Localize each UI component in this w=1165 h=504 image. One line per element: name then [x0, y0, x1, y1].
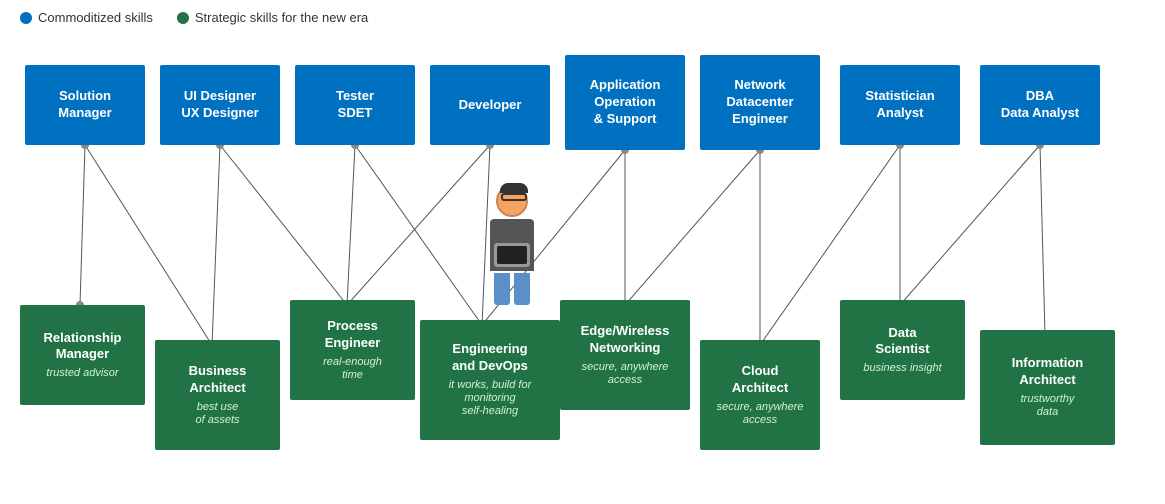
- box-data-scientist-subtitle: business insight: [863, 362, 941, 375]
- box-data-scientist: DataScientist business insight: [840, 300, 965, 400]
- box-tester: TesterSDET: [295, 65, 415, 145]
- box-network-datacenter: NetworkDatacenterEngineer: [700, 55, 820, 150]
- box-ui-designer-label: UI DesignerUX Designer: [181, 88, 258, 122]
- person-head: [496, 185, 528, 217]
- legend-label-strategic: Strategic skills for the new era: [195, 10, 368, 25]
- box-engineering-devops-label: Engineeringand DevOps: [452, 341, 528, 375]
- person-legs: [494, 273, 530, 305]
- box-cloud-architect-subtitle: secure, anywhereaccess: [717, 401, 804, 427]
- box-business-architect: BusinessArchitect best useof assets: [155, 340, 280, 450]
- box-app-operation-label: ApplicationOperation& Support: [590, 77, 661, 128]
- box-cloud-architect: CloudArchitect secure, anywhereaccess: [700, 340, 820, 450]
- person-left-leg: [494, 273, 510, 305]
- box-engineering-devops-subtitle: it works, build formonitoringself-healin…: [449, 379, 532, 419]
- box-solution-manager-label: SolutionManager: [58, 88, 111, 122]
- box-edge-wireless-subtitle: secure, anywhereaccess: [582, 361, 669, 387]
- legend-dot-blue: [20, 12, 32, 24]
- box-data-scientist-label: DataScientist: [875, 325, 929, 359]
- person-right-leg: [514, 273, 530, 305]
- box-dba-label: DBAData Analyst: [1001, 88, 1079, 122]
- box-edge-wireless-label: Edge/WirelessNetworking: [581, 323, 670, 357]
- person-figure: [490, 185, 534, 305]
- legend: Commoditized skills Strategic skills for…: [0, 0, 1165, 35]
- person-body: [490, 219, 534, 271]
- box-network-datacenter-label: NetworkDatacenterEngineer: [726, 77, 793, 128]
- diagram: SolutionManager UI DesignerUX Designer T…: [0, 35, 1165, 495]
- box-information-architect: InformationArchitect trustworthydata: [980, 330, 1115, 445]
- box-business-architect-subtitle: best useof assets: [195, 401, 239, 427]
- person-hair: [500, 183, 528, 193]
- box-ui-designer: UI DesignerUX Designer: [160, 65, 280, 145]
- box-statistician-label: StatisticianAnalyst: [865, 88, 934, 122]
- box-process-engineer: ProcessEngineer real-enoughtime: [290, 300, 415, 400]
- box-cloud-architect-label: CloudArchitect: [732, 363, 788, 397]
- box-edge-wireless: Edge/WirelessNetworking secure, anywhere…: [560, 300, 690, 410]
- box-app-operation: ApplicationOperation& Support: [565, 55, 685, 150]
- box-solution-manager: SolutionManager: [25, 65, 145, 145]
- legend-label-commoditized: Commoditized skills: [38, 10, 153, 25]
- box-information-architect-subtitle: trustworthydata: [1021, 393, 1075, 419]
- box-statistician: StatisticianAnalyst: [840, 65, 960, 145]
- box-tester-label: TesterSDET: [336, 88, 374, 122]
- box-dba: DBAData Analyst: [980, 65, 1100, 145]
- legend-item-strategic: Strategic skills for the new era: [177, 10, 368, 25]
- person-glasses: [501, 193, 527, 201]
- person-laptop: [494, 243, 530, 267]
- box-process-engineer-subtitle: real-enoughtime: [323, 356, 382, 382]
- box-information-architect-label: InformationArchitect: [1012, 355, 1084, 389]
- legend-dot-green: [177, 12, 189, 24]
- legend-item-commoditized: Commoditized skills: [20, 10, 153, 25]
- box-process-engineer-label: ProcessEngineer: [325, 318, 381, 352]
- box-business-architect-label: BusinessArchitect: [189, 363, 247, 397]
- box-relationship-manager-subtitle: trusted advisor: [46, 367, 118, 380]
- box-developer: Developer: [430, 65, 550, 145]
- box-relationship-manager: RelationshipManager trusted advisor: [20, 305, 145, 405]
- box-developer-label: Developer: [459, 97, 522, 114]
- box-relationship-manager-label: RelationshipManager: [43, 330, 121, 364]
- box-engineering-devops: Engineeringand DevOps it works, build fo…: [420, 320, 560, 440]
- laptop-screen: [497, 246, 527, 264]
